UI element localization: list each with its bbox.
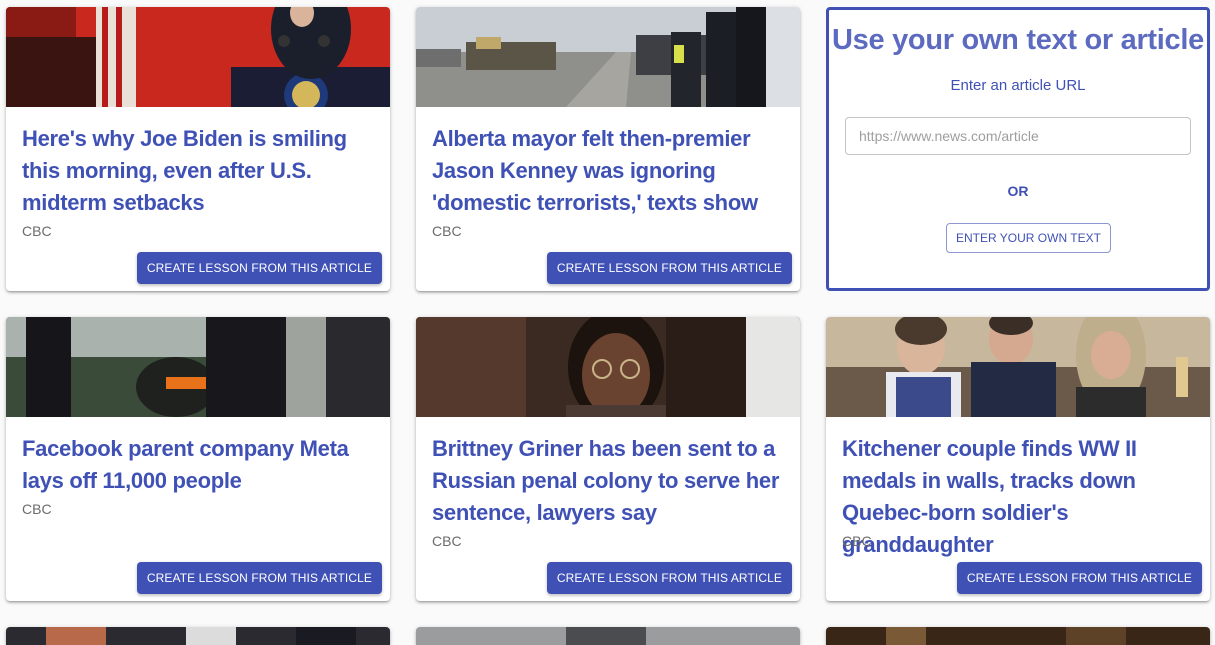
article-headline[interactable]: Brittney Griner has been sent to a Russi…: [432, 433, 784, 529]
article-thumbnail: [6, 7, 390, 107]
create-lesson-button[interactable]: CREATE LESSON FROM THIS ARTICLE: [136, 562, 382, 594]
article-url-input[interactable]: [845, 117, 1191, 155]
article-card: Kitchener couple finds WW II medals in w…: [826, 317, 1210, 601]
article-card: Alberta mayor felt then-premier Jason Ke…: [416, 7, 800, 291]
article-headline[interactable]: Kitchener couple finds WW II medals in w…: [842, 433, 1194, 561]
article-card: [416, 627, 800, 645]
own-text-title: Use your own text or article: [832, 24, 1204, 56]
article-thumbnail: [826, 627, 1210, 645]
article-card: Brittney Griner has been sent to a Russi…: [416, 317, 800, 601]
article-headline[interactable]: Alberta mayor felt then-premier Jason Ke…: [432, 123, 784, 219]
article-source: CBC: [432, 223, 462, 239]
enter-own-text-button[interactable]: ENTER YOUR OWN TEXT: [946, 223, 1111, 253]
article-card: [6, 627, 390, 645]
article-url-label: Enter an article URL: [950, 77, 1086, 94]
article-source: CBC: [432, 533, 462, 549]
article-card: [826, 627, 1210, 645]
article-source: CBC: [22, 501, 52, 517]
article-headline[interactable]: Facebook parent company Meta lays off 11…: [22, 433, 374, 497]
own-text-panel: Use your own text or article Enter an ar…: [826, 7, 1210, 291]
or-divider: OR: [1007, 183, 1029, 199]
article-source: CBC: [22, 223, 52, 239]
article-thumbnail: [826, 317, 1210, 417]
create-lesson-button[interactable]: CREATE LESSON FROM THIS ARTICLE: [546, 252, 792, 284]
article-thumbnail: [416, 627, 800, 645]
article-thumbnail: [6, 627, 390, 645]
article-thumbnail: [416, 317, 800, 417]
article-card: Here's why Joe Biden is smiling this mor…: [6, 7, 390, 291]
create-lesson-button[interactable]: CREATE LESSON FROM THIS ARTICLE: [546, 562, 792, 594]
article-thumbnail: [416, 7, 800, 107]
article-headline[interactable]: Here's why Joe Biden is smiling this mor…: [22, 123, 374, 219]
article-thumbnail: [6, 317, 390, 417]
create-lesson-button[interactable]: CREATE LESSON FROM THIS ARTICLE: [136, 252, 382, 284]
article-card: Facebook parent company Meta lays off 11…: [6, 317, 390, 601]
create-lesson-button[interactable]: CREATE LESSON FROM THIS ARTICLE: [956, 562, 1202, 594]
article-source: CBC: [842, 533, 872, 549]
